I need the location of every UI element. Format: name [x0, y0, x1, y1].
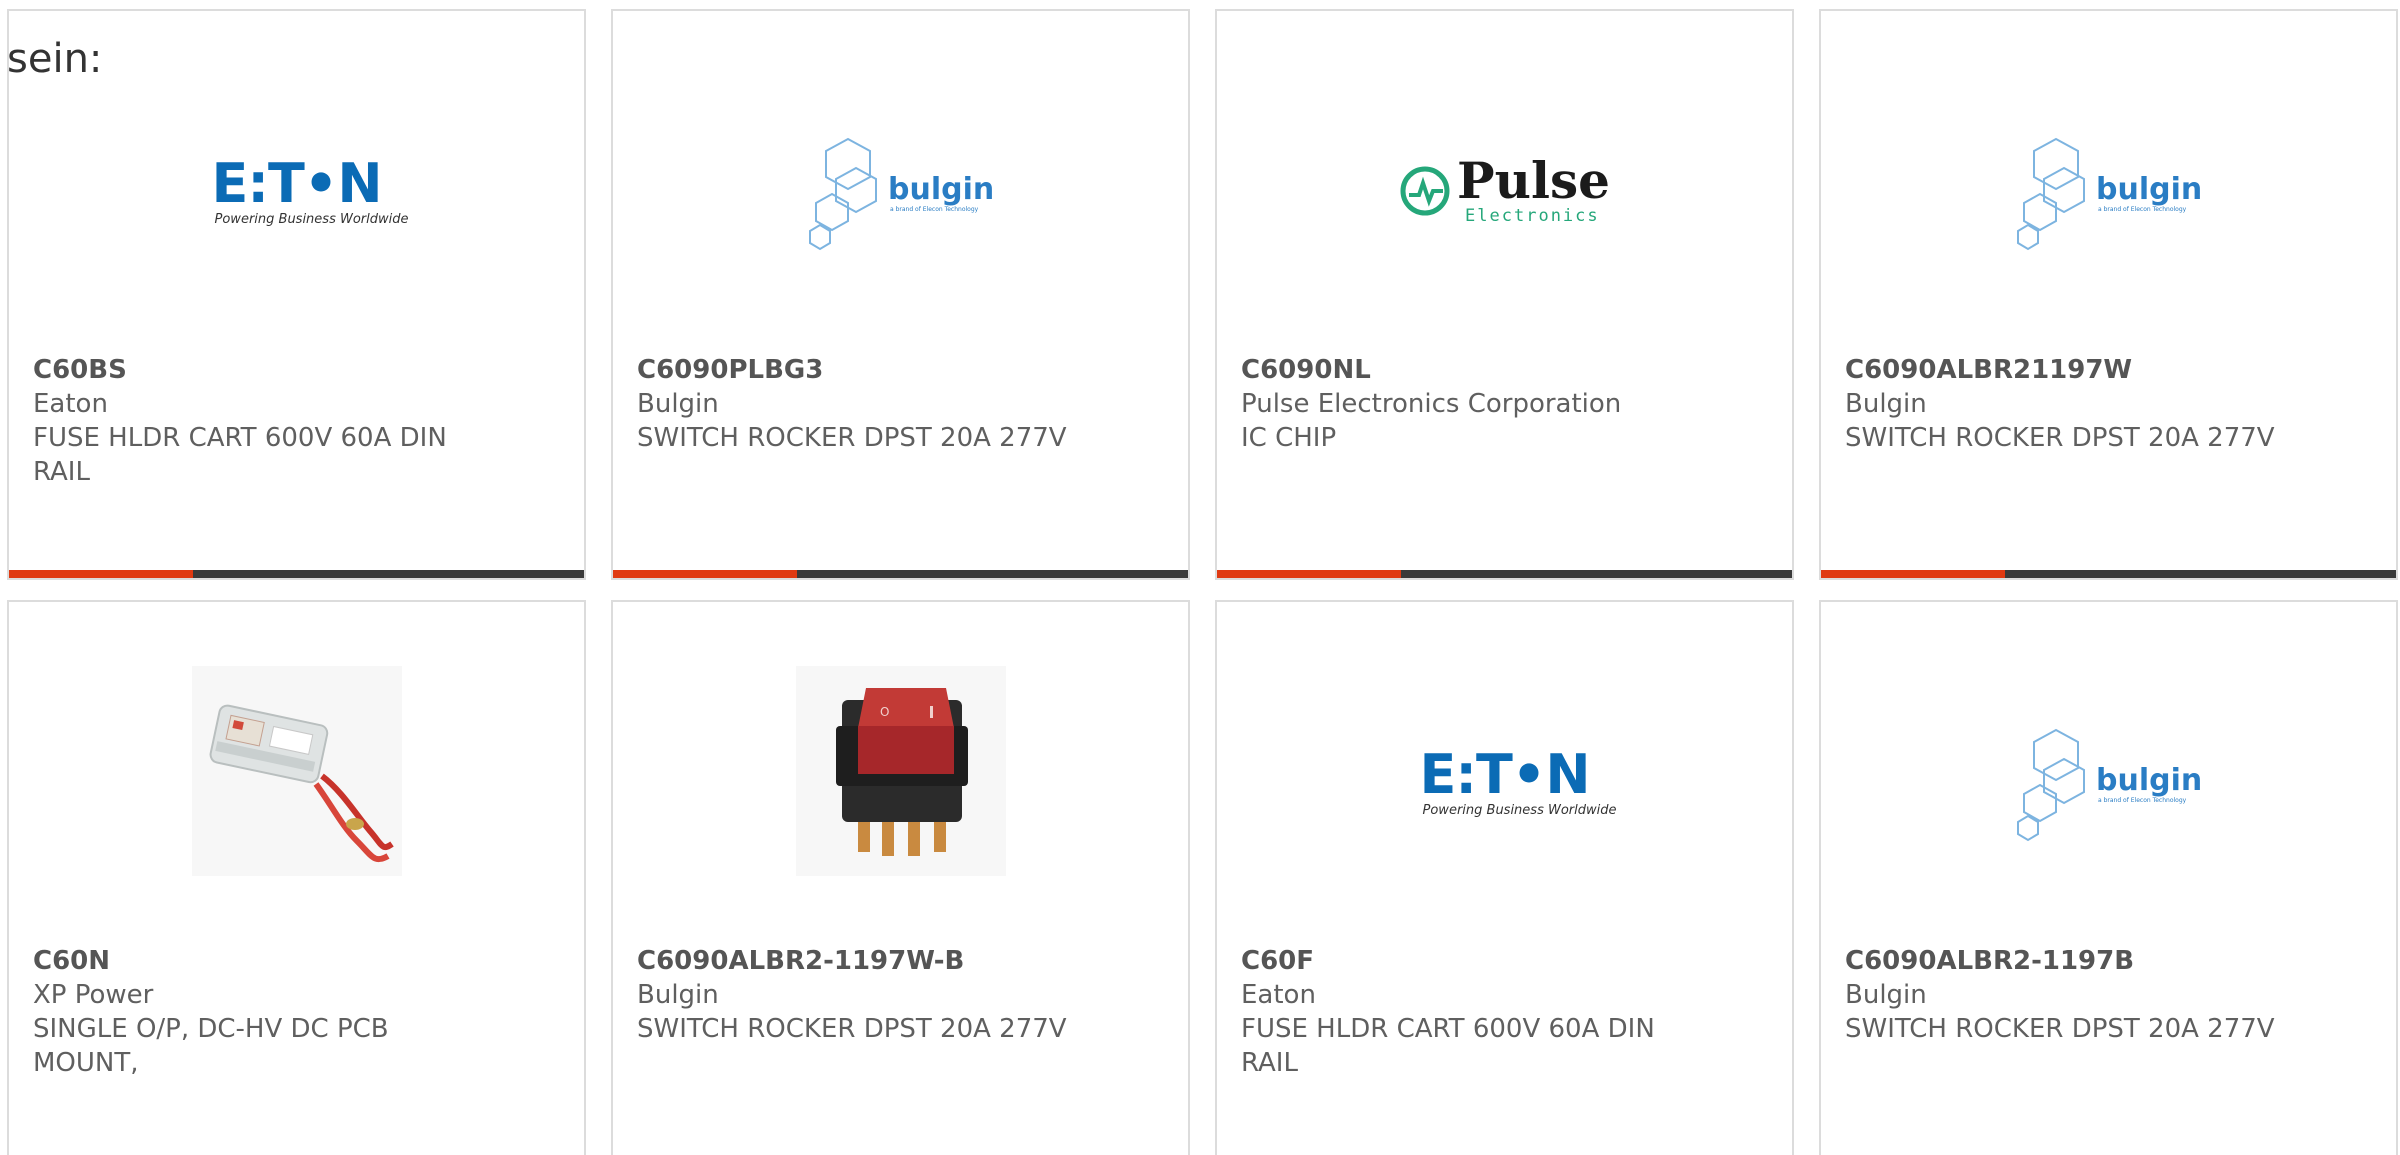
bulgin-logo: bulgin a brand of Elecon Technology: [1999, 722, 2219, 842]
svg-text:O: O: [880, 705, 889, 719]
card-accent-bar: [1217, 570, 1401, 578]
page: sein: E:T•N Powering Business Worldwide …: [0, 0, 2400, 1155]
logo-tagline: Powering Business Worldwide: [214, 211, 409, 227]
manufacturer: XP Power: [33, 980, 154, 1010]
product-info: C6090NL Pulse Electronics Corporation IC…: [1241, 353, 1681, 455]
logo-word: E:T•N: [1419, 742, 1590, 806]
product-card[interactable]: E:T•N Powering Business Worldwide C60BS …: [7, 9, 586, 580]
logo-word: Pulse: [1457, 151, 1610, 210]
product-info: C6090PLBG3 Bulgin SWITCH ROCKER DPST 20A…: [637, 353, 1077, 455]
bulgin-logo: bulgin a brand of Elecon Technology: [791, 131, 1011, 251]
intro-text: sein:: [7, 36, 103, 82]
power-module-image: [191, 666, 402, 876]
bulgin-logo-graphic: bulgin a brand of Elecon Technology: [2016, 728, 2202, 842]
power-module-photo: [191, 666, 402, 876]
manufacturer: Pulse Electronics Corporation: [1241, 389, 1622, 419]
logo-tagline: a brand of Elecon Technology: [2098, 206, 2187, 213]
description: SWITCH ROCKER DPST 20A 277V: [1845, 423, 2275, 453]
description: SWITCH ROCKER DPST 20A 277V: [637, 1014, 1067, 1044]
part-number[interactable]: C60F: [1241, 944, 1681, 978]
product-card[interactable]: bulgin a brand of Elecon Technology C609…: [611, 9, 1190, 580]
product-card[interactable]: O C6090ALBR2-1197W-B Bulgin SWITCH ROCKE…: [611, 600, 1190, 1155]
manufacturer: Bulgin: [637, 389, 719, 419]
description: SWITCH ROCKER DPST 20A 277V: [637, 423, 1067, 453]
logo-word: bulgin: [2096, 172, 2202, 207]
product-info: C6090ALBR21197W Bulgin SWITCH ROCKER DPS…: [1845, 353, 2285, 455]
bulgin-logo: bulgin a brand of Elecon Technology: [1999, 131, 2219, 251]
pulse-emblem-icon: [1400, 166, 1450, 216]
product-info: C60F Eaton FUSE HLDR CART 600V 60A DIN R…: [1241, 944, 1681, 1080]
product-info: C60N XP Power SINGLE O/P, DC-HV DC PCB M…: [33, 944, 473, 1080]
logo-tagline: Powering Business Worldwide: [1422, 802, 1617, 818]
card-bottom-bar: [613, 570, 1188, 578]
card-bottom-bar: [9, 570, 584, 578]
bulgin-logo-graphic: bulgin a brand of Elecon Technology: [808, 137, 994, 251]
part-number[interactable]: C6090PLBG3: [637, 353, 1077, 387]
product-info: C60BS Eaton FUSE HLDR CART 600V 60A DIN …: [33, 353, 473, 489]
manufacturer: Eaton: [1241, 980, 1316, 1010]
part-number[interactable]: C60N: [33, 944, 473, 978]
logo-tagline: a brand of Elecon Technology: [2098, 797, 2187, 804]
product-info: C6090ALBR2-1197W-B Bulgin SWITCH ROCKER …: [637, 944, 1077, 1046]
product-card[interactable]: Pulse Electronics C6090NL Pulse Electron…: [1215, 9, 1794, 580]
part-number[interactable]: C6090ALBR2-1197B: [1845, 944, 2285, 978]
product-grid: E:T•N Powering Business Worldwide C60BS …: [7, 9, 2400, 1155]
rocker-switch-photo: O: [795, 666, 1006, 876]
product-card[interactable]: bulgin a brand of Elecon Technology C609…: [1819, 600, 2398, 1155]
part-number[interactable]: C60BS: [33, 353, 473, 387]
product-info: C6090ALBR2-1197B Bulgin SWITCH ROCKER DP…: [1845, 944, 2285, 1046]
manufacturer: Bulgin: [1845, 980, 1927, 1010]
description: SWITCH ROCKER DPST 20A 277V: [1845, 1014, 2275, 1044]
description: FUSE HLDR CART 600V 60A DIN RAIL: [33, 423, 447, 487]
card-accent-bar: [1821, 570, 2005, 578]
card-accent-bar: [9, 570, 193, 578]
description: IC CHIP: [1241, 423, 1337, 453]
card-accent-bar: [613, 570, 797, 578]
eaton-logo: E:T•N Powering Business Worldwide: [1405, 722, 1616, 842]
logo-tagline: a brand of Elecon Technology: [890, 206, 979, 213]
pulse-logo: Pulse Electronics: [1395, 131, 1615, 251]
bulgin-logo-graphic: bulgin a brand of Elecon Technology: [2016, 137, 2202, 251]
part-number[interactable]: C6090NL: [1241, 353, 1681, 387]
manufacturer: Bulgin: [637, 980, 719, 1010]
description: SINGLE O/P, DC-HV DC PCB MOUNT,: [33, 1014, 389, 1078]
product-card[interactable]: bulgin a brand of Elecon Technology C609…: [1819, 9, 2398, 580]
description: FUSE HLDR CART 600V 60A DIN RAIL: [1241, 1014, 1655, 1078]
part-number[interactable]: C6090ALBR2-1197W-B: [637, 944, 1077, 978]
rocker-switch-image: O: [795, 666, 1006, 876]
manufacturer: Eaton: [33, 389, 108, 419]
product-card[interactable]: C60N XP Power SINGLE O/P, DC-HV DC PCB M…: [7, 600, 586, 1155]
card-bottom-bar: [1821, 570, 2396, 578]
card-bottom-bar: [1217, 570, 1792, 578]
logo-word: E:T•N: [211, 151, 382, 215]
product-card[interactable]: E:T•N Powering Business Worldwide C60F E…: [1215, 600, 1794, 1155]
logo-word: bulgin: [888, 172, 994, 207]
part-number[interactable]: C6090ALBR21197W: [1845, 353, 2285, 387]
eaton-logo: E:T•N Powering Business Worldwide: [197, 131, 408, 251]
logo-tagline: Electronics: [1465, 206, 1600, 226]
manufacturer: Bulgin: [1845, 389, 1927, 419]
logo-word: bulgin: [2096, 763, 2202, 798]
